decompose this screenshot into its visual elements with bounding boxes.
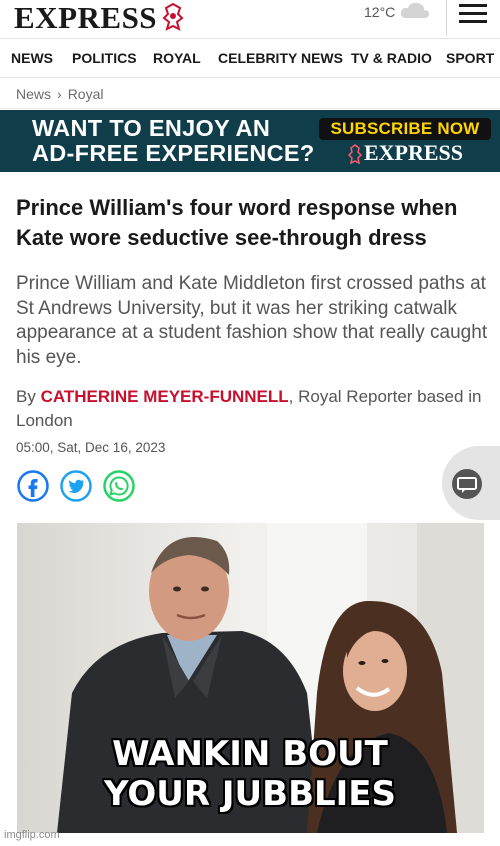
whatsapp-icon[interactable] — [103, 470, 135, 502]
subscribe-now-button[interactable]: SUBSCRIBE NOW — [319, 118, 491, 140]
weather-temperature[interactable]: 12°C — [364, 4, 395, 20]
chevron-right-icon: › — [57, 86, 62, 102]
top-bar: EXPRESS 12°C — [0, 0, 500, 38]
meme-caption-line-1: WANKIN BOUT — [112, 734, 388, 774]
nav-item-celebrity-news[interactable]: CELEBRITY NEWS — [218, 50, 343, 66]
nav-item-sport[interactable]: SPORT — [446, 50, 494, 66]
banner-line-1: WANT TO ENJOY AN — [32, 115, 271, 141]
imgflip-watermark: imgflip.com — [4, 829, 60, 841]
main-nav: NEWS POLITICS ROYAL CELEBRITY NEWS TV & … — [0, 38, 500, 78]
hamburger-menu-icon[interactable] — [459, 4, 487, 24]
article-headline: Prince William's four word response when… — [16, 195, 458, 250]
comment-icon[interactable] — [449, 468, 485, 500]
crest-icon — [162, 2, 184, 31]
banner-message: WANT TO ENJOY AN AD-FREE EXPERIENCE? — [32, 116, 315, 166]
meme-caption-line-2: YOUR JUBBLIES — [103, 774, 397, 814]
facebook-icon[interactable] — [17, 470, 49, 502]
twitter-icon[interactable] — [60, 470, 92, 502]
article-summary: Prince William and Kate Middleton first … — [16, 273, 488, 368]
header-divider — [446, 0, 447, 36]
banner-line-2: AD-FREE EXPERIENCE? — [32, 140, 315, 166]
breadcrumb-divider — [0, 108, 500, 109]
publish-date: 05:00, Sat, Dec 16, 2023 — [16, 440, 166, 455]
nav-item-tv-radio[interactable]: TV & RADIO — [351, 50, 432, 66]
breadcrumb-news[interactable]: News — [16, 86, 51, 102]
byline: By CATHERINE MEYER-FUNNELL, Royal Report… — [16, 385, 490, 433]
author-link[interactable]: CATHERINE MEYER-FUNNELL — [41, 387, 289, 406]
byline-prefix: By — [16, 387, 36, 406]
breadcrumb-royal[interactable]: Royal — [68, 86, 104, 102]
nav-item-royal[interactable]: ROYAL — [153, 50, 201, 66]
cloud-icon — [400, 2, 430, 18]
subscribe-banner[interactable]: WANT TO ENJOY AN AD-FREE EXPERIENCE? SUB… — [0, 110, 500, 172]
nav-item-news[interactable]: NEWS — [11, 50, 53, 66]
breadcrumb: News › Royal — [16, 86, 103, 102]
site-logo[interactable]: EXPRESS — [14, 0, 157, 36]
nav-item-politics[interactable]: POLITICS — [72, 50, 137, 66]
banner-logo: EXPRESS — [364, 140, 464, 165]
crest-icon — [348, 144, 362, 164]
meme-caption: WANKIN BOUT YOUR JUBBLIES — [0, 734, 500, 814]
